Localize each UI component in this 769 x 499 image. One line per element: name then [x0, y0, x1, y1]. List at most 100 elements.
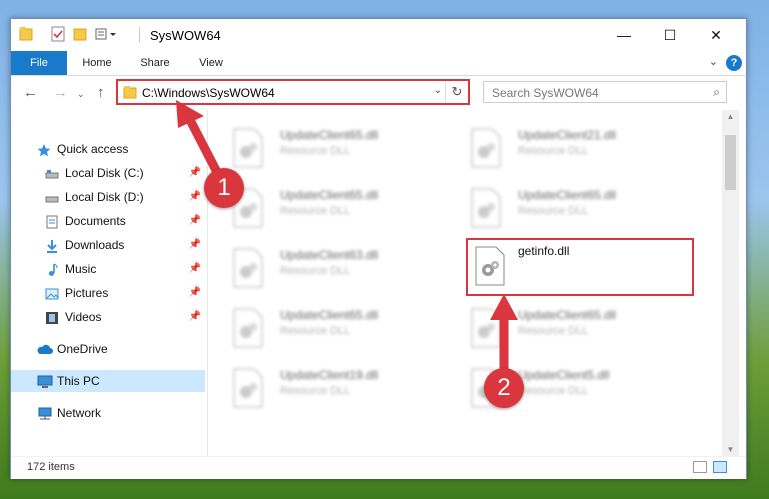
title-bar: SysWOW64 — ☐ ✕ [11, 19, 746, 51]
computer-icon [37, 374, 53, 388]
file-type: Resource DLL [280, 385, 351, 397]
chevron-down-icon[interactable]: ⌄ [434, 85, 442, 96]
search-input[interactable]: Search SysWOW64 ⌕ [483, 81, 727, 103]
sidebar-item-label: Videos [65, 310, 102, 324]
minimize-button[interactable]: — [601, 19, 647, 51]
sidebar-item-music[interactable]: Music 📌 [11, 258, 205, 280]
file-name: UpdateClient65.dll [518, 308, 617, 322]
sidebar-item-onedrive[interactable]: OneDrive [11, 338, 205, 360]
star-icon [37, 142, 51, 157]
pin-icon[interactable]: 📌 [189, 162, 201, 184]
title-separator [139, 27, 140, 43]
file-type: Resource DLL [280, 205, 351, 217]
dll-file-icon [232, 248, 264, 288]
file-name: UpdateClient65.dll [518, 188, 617, 202]
address-bar[interactable]: C:\Windows\SysWOW64 ⌄ ↻ [116, 79, 470, 105]
music-icon [45, 262, 59, 276]
file-type: Resource DLL [518, 145, 589, 157]
address-row: ← → ⌄ ↑ C:\Windows\SysWOW64 ⌄ ↻ Search S… [11, 76, 746, 110]
pin-icon[interactable]: 📌 [189, 186, 201, 208]
pin-icon[interactable]: 📌 [189, 258, 201, 280]
file-item[interactable]: UpdateClient19.dll Resource DLL [232, 366, 452, 414]
network-icon [37, 406, 52, 420]
dll-file-icon [470, 188, 502, 228]
pin-icon[interactable]: 📌 [189, 210, 201, 232]
pin-icon[interactable]: 📌 [189, 306, 201, 328]
close-button[interactable]: ✕ [693, 19, 739, 51]
status-bar: 172 items [11, 456, 746, 479]
sidebar-item-label: Downloads [65, 238, 125, 252]
tab-file[interactable]: File [11, 51, 67, 75]
file-type: Resource DLL [518, 205, 589, 217]
file-type: Resource DLL [518, 325, 589, 337]
folder-icon[interactable] [19, 26, 33, 42]
tab-home[interactable]: Home [75, 51, 119, 75]
large-icons-view-icon[interactable] [713, 461, 727, 473]
new-folder-icon[interactable] [73, 26, 87, 42]
pin-icon[interactable]: 📌 [189, 234, 201, 256]
dll-file-icon [474, 246, 506, 286]
file-item[interactable]: UpdateClient65.dll Resource DLL [470, 186, 690, 234]
file-name: UpdateClient19.dll [280, 368, 379, 382]
sidebar-item-pictures[interactable]: Pictures 📌 [11, 282, 205, 304]
item-count: 172 items [27, 461, 75, 473]
sidebar-item-label: Quick access [57, 142, 129, 156]
documents-icon [45, 214, 59, 229]
file-item[interactable]: UpdateClient65.dll Resource DLL [232, 306, 452, 354]
address-path[interactable]: C:\Windows\SysWOW64 [142, 86, 275, 100]
dll-file-icon [232, 368, 264, 408]
folder-icon [123, 85, 137, 102]
sidebar-item-label: Pictures [65, 286, 109, 300]
vertical-scrollbar[interactable]: ▲ ▼ [722, 110, 739, 456]
sidebar-item-label: This PC [57, 374, 100, 388]
file-name: UpdateClient65.dll [280, 308, 379, 322]
sidebar-item-label: Network [57, 406, 102, 420]
sidebar-item-downloads[interactable]: Downloads 📌 [11, 234, 205, 256]
drive-icon [45, 166, 59, 180]
up-arrow-icon[interactable]: ↑ [97, 84, 105, 101]
customize-toolbar-icon[interactable] [95, 26, 116, 42]
file-item-getinfo[interactable]: getinfo.dll [466, 238, 694, 296]
file-item[interactable]: UpdateClient65.dll Resource DLL [470, 306, 690, 354]
properties-icon[interactable] [51, 26, 65, 42]
scroll-up-icon[interactable]: ▲ [722, 112, 739, 121]
sidebar-item-this-pc[interactable]: This PC [11, 370, 205, 392]
file-item[interactable]: UpdateClient65.dll Resource DLL [232, 126, 452, 174]
scroll-down-icon[interactable]: ▼ [722, 445, 739, 454]
sidebar-item-network[interactable]: Network [11, 402, 205, 424]
download-icon [45, 238, 59, 253]
search-icon[interactable]: ⌕ [713, 85, 720, 100]
tab-view[interactable]: View [189, 51, 233, 75]
file-name: UpdateClient65.dll [280, 128, 379, 142]
sidebar-item-quick-access[interactable]: Quick access [11, 138, 205, 160]
file-type: Resource DLL [280, 145, 351, 157]
back-arrow-icon[interactable]: ← [23, 84, 38, 101]
sidebar-item-local-disk-d[interactable]: Local Disk (D:) 📌 [11, 186, 205, 208]
sidebar-item-videos[interactable]: Videos 📌 [11, 306, 205, 328]
file-name: UpdateClient63.dll [280, 248, 379, 262]
ribbon-tabs: File Home Share View ⌄ ? [11, 51, 746, 76]
scrollbar-thumb[interactable] [725, 135, 736, 190]
help-icon[interactable]: ? [726, 55, 742, 71]
recent-locations-icon[interactable]: ⌄ [77, 89, 85, 100]
ribbon-expand-icon[interactable]: ⌄ [709, 55, 718, 68]
tab-share[interactable]: Share [133, 51, 177, 75]
file-item[interactable]: UpdateClient21.dll Resource DLL [470, 126, 690, 174]
cloud-icon [37, 342, 53, 356]
search-placeholder: Search SysWOW64 [492, 86, 599, 100]
explorer-window: SysWOW64 — ☐ ✕ File Home Share View ⌄ ? … [10, 18, 747, 479]
dll-file-icon [470, 128, 502, 168]
maximize-button[interactable]: ☐ [647, 19, 693, 51]
forward-arrow-icon[interactable]: → [53, 84, 68, 101]
refresh-icon[interactable]: ↻ [445, 81, 468, 103]
drive-icon [45, 190, 59, 204]
file-item[interactable]: UpdateClient63.dll Resource DLL [232, 246, 452, 294]
file-item[interactable]: UpdateClient65.dll Resource DLL [232, 186, 452, 234]
details-view-icon[interactable] [693, 461, 707, 473]
file-list: UpdateClient65.dll Resource DLL UpdateCl… [208, 110, 722, 456]
pin-icon[interactable]: 📌 [189, 282, 201, 304]
sidebar-item-documents[interactable]: Documents 📌 [11, 210, 205, 232]
sidebar-item-local-disk-c[interactable]: Local Disk (C:) 📌 [11, 162, 205, 184]
file-name: UpdateClient21.dll [518, 128, 617, 142]
step-badge-1: 1 [204, 168, 244, 208]
